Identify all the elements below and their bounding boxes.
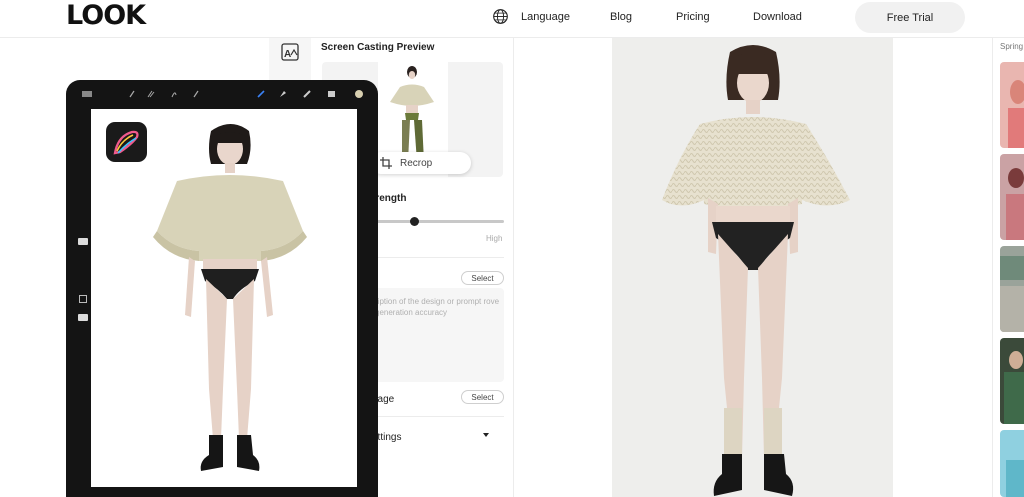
brush-icon	[257, 90, 265, 98]
look-logo[interactable]: LOOK	[66, 0, 146, 31]
chevron-down-icon[interactable]	[483, 433, 489, 437]
globe-icon[interactable]	[492, 8, 509, 25]
generated-result-image	[612, 38, 893, 497]
strength-slider-track[interactable]	[370, 220, 504, 223]
wrench-icon	[129, 90, 135, 98]
transform-icon	[193, 90, 199, 98]
opacity-slider[interactable]	[78, 314, 88, 321]
crop-icon	[380, 157, 392, 169]
procreate-app-icon	[106, 122, 147, 162]
modify-button-icon[interactable]	[78, 294, 88, 304]
eraser-icon	[303, 90, 311, 98]
free-trial-button[interactable]: Free Trial	[855, 2, 965, 33]
smudge-icon	[280, 91, 286, 97]
svg-text:A: A	[284, 49, 291, 60]
tablet-model-illustration	[153, 124, 307, 471]
adjust-icon	[147, 90, 155, 98]
top-navigation-bar: LOOK Language Blog Pricing Download Free…	[0, 0, 1024, 38]
gallery-thumbnail[interactable]	[1000, 246, 1024, 332]
select-icon	[171, 92, 177, 98]
divider	[358, 257, 504, 258]
gallery-category-label: Spring	[1000, 42, 1024, 51]
gallery-thumbnail[interactable]	[1000, 62, 1024, 148]
brush-size-slider[interactable]	[78, 238, 88, 245]
nav-blog[interactable]: Blog	[610, 11, 632, 23]
gallery-divider	[992, 38, 993, 497]
recrop-label: Recrop	[400, 157, 433, 169]
strength-slider-handle[interactable]	[409, 217, 419, 226]
gallery-thumbnail[interactable]	[1000, 430, 1024, 497]
image-select-button[interactable]: Select	[461, 390, 504, 404]
prompt-select-button[interactable]: Select	[461, 271, 504, 285]
image-text-tool-icon[interactable]: A	[280, 42, 300, 62]
page: LOOK Language Blog Pricing Download Free…	[0, 0, 1024, 497]
divider	[358, 416, 504, 417]
logo-text: LOOK	[66, 0, 146, 31]
color-picker-icon	[355, 90, 363, 98]
prompt-placeholder: ription of the design or prompt rove gen…	[375, 297, 500, 317]
procreate-toolbar	[82, 90, 363, 98]
nav-pricing[interactable]: Pricing	[676, 11, 710, 23]
gallery-thumbnail[interactable]	[1000, 338, 1024, 424]
gallery-thumbnail[interactable]	[1000, 154, 1024, 240]
nav-language[interactable]: Language	[521, 11, 570, 23]
gallery-icon	[82, 91, 92, 97]
strength-high-label: High	[486, 234, 503, 243]
layers-icon	[328, 91, 335, 97]
tablet-canvas	[91, 109, 357, 487]
screen-casting-title: Screen Casting Preview	[321, 42, 435, 53]
nav-download[interactable]: Download	[753, 11, 802, 23]
